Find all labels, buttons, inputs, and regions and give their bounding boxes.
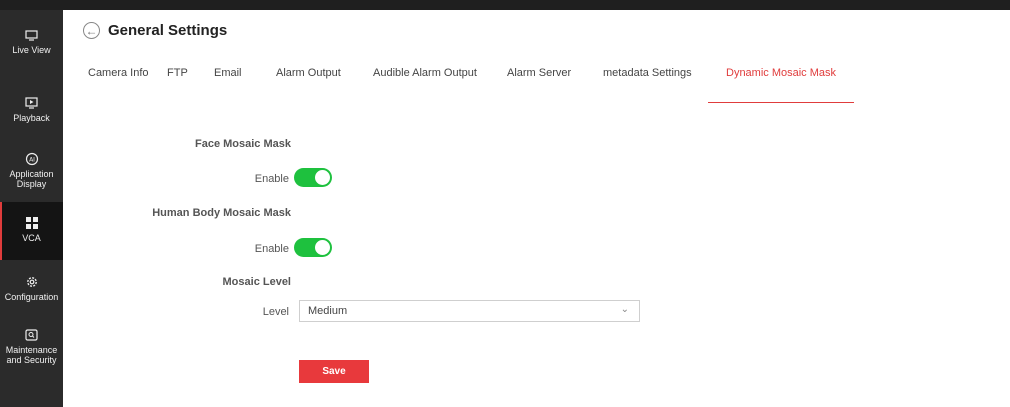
main-content: ← General Settings Camera Info FTP Email… [63, 10, 1010, 407]
level-label: Level [262, 306, 289, 318]
gear-icon [25, 275, 39, 289]
sidebar: Live View Playback AI Application Displa… [0, 10, 63, 407]
tab-bar: Camera Info FTP Email Alarm Output Audib… [88, 67, 855, 103]
toggle-knob [315, 240, 330, 255]
sidebar-label: and Security [6, 355, 57, 365]
tab-dynamic-mosaic-mask[interactable]: Dynamic Mosaic Mask [707, 67, 855, 103]
shield-icon [25, 328, 39, 342]
tab-camera-info[interactable]: Camera Info [88, 67, 167, 97]
tab-audible-alarm-output[interactable]: Audible Alarm Output [373, 67, 507, 97]
page-header: ← General Settings [83, 22, 227, 39]
sidebar-label: Maintenance [5, 345, 58, 355]
mosaic-level-section-title: Mosaic Level [222, 276, 291, 288]
ai-icon: AI [25, 152, 39, 166]
tab-email[interactable]: Email [214, 67, 276, 97]
sidebar-item-application-display[interactable]: AI Application Display [0, 152, 63, 202]
body-enable-label: Enable [254, 243, 289, 255]
monitor-icon [25, 28, 39, 42]
save-button[interactable]: Save [299, 360, 369, 383]
chevron-down-icon: ⌄ [620, 304, 629, 315]
back-arrow-icon[interactable]: ← [83, 22, 100, 39]
mosaic-level-select[interactable]: Medium ⌄ [299, 300, 640, 322]
sidebar-label: Configuration [4, 292, 59, 302]
tab-metadata-settings[interactable]: metadata Settings [603, 67, 726, 97]
tab-alarm-output[interactable]: Alarm Output [276, 67, 373, 97]
face-enable-label: Enable [254, 173, 289, 185]
tab-ftp[interactable]: FTP [167, 67, 214, 97]
sidebar-item-live-view[interactable]: Live View [0, 28, 63, 73]
face-mosaic-toggle[interactable] [294, 168, 332, 187]
playback-icon [25, 96, 39, 110]
sidebar-label: Application [9, 169, 54, 179]
toggle-knob [315, 170, 330, 185]
svg-text:AI: AI [29, 157, 35, 164]
top-bar [0, 0, 1010, 10]
sidebar-label: Live View [12, 45, 51, 55]
sidebar-item-maintenance-security[interactable]: Maintenance and Security [0, 328, 63, 378]
sidebar-item-playback[interactable]: Playback [0, 96, 63, 134]
sidebar-item-configuration[interactable]: Configuration [0, 275, 63, 315]
grid-icon [25, 216, 39, 230]
mosaic-level-value: Medium [308, 305, 348, 317]
tab-alarm-server[interactable]: Alarm Server [507, 67, 603, 97]
sidebar-label: VCA [22, 233, 41, 243]
human-body-mosaic-section-title: Human Body Mosaic Mask [152, 207, 291, 219]
sidebar-label: Playback [13, 113, 50, 123]
body-mosaic-toggle[interactable] [294, 238, 332, 257]
face-mosaic-section-title: Face Mosaic Mask [195, 138, 291, 150]
page-title: General Settings [108, 22, 228, 39]
sidebar-item-vca[interactable]: VCA [0, 202, 63, 260]
sidebar-label: Display [16, 179, 47, 189]
